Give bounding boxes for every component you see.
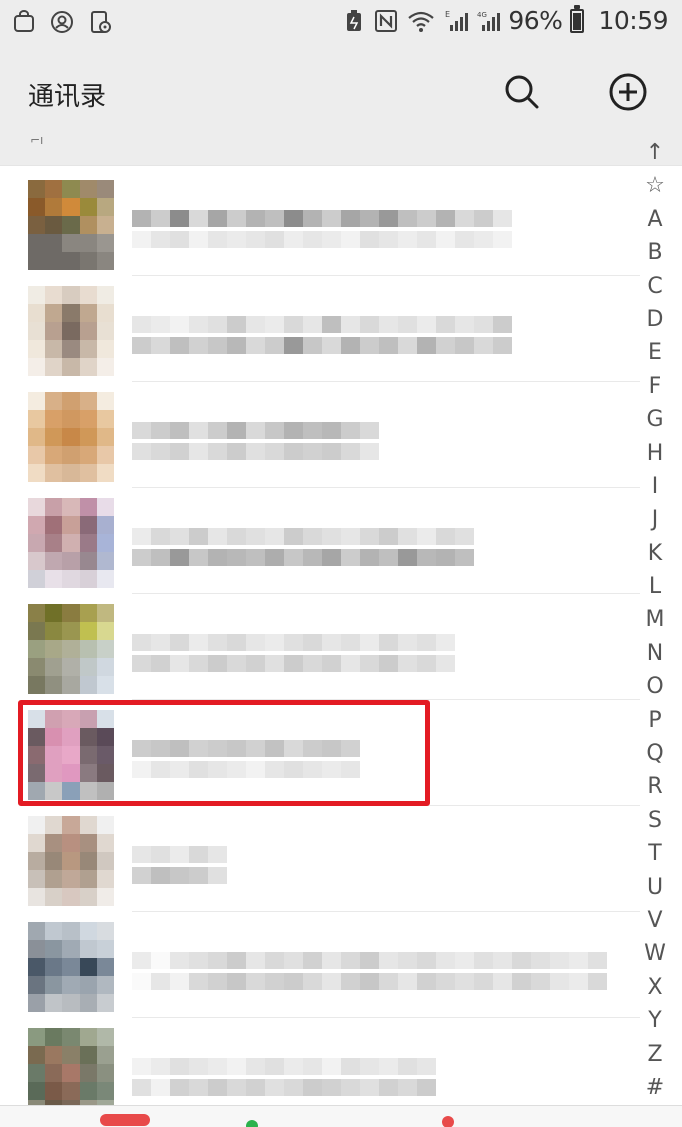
contact-name-blurred xyxy=(132,846,227,884)
tab-dot-green xyxy=(246,1120,258,1127)
index-letter[interactable]: C xyxy=(640,270,670,303)
bag-icon xyxy=(14,10,34,32)
avatar xyxy=(28,922,114,1012)
index-letter[interactable]: N xyxy=(640,637,670,670)
contact-list xyxy=(0,165,682,1105)
bottom-tab-bar[interactable] xyxy=(0,1105,682,1127)
contact-row[interactable] xyxy=(0,276,640,382)
index-letter[interactable]: D xyxy=(640,303,670,336)
signal-e-icon: E xyxy=(445,10,469,31)
contact-row[interactable] xyxy=(0,170,640,276)
index-letter[interactable]: F xyxy=(640,370,670,403)
svg-text:E: E xyxy=(445,10,450,19)
index-letter[interactable]: Q xyxy=(640,737,670,770)
index-letter[interactable]: B xyxy=(640,236,670,269)
add-button[interactable] xyxy=(606,70,650,114)
contact-name-blurred xyxy=(132,316,512,354)
index-letter[interactable]: # xyxy=(640,1071,670,1104)
index-letter[interactable]: G xyxy=(640,403,670,436)
index-letter[interactable]: P xyxy=(640,704,670,737)
contact-row[interactable] xyxy=(0,382,640,488)
index-letter[interactable]: ☆ xyxy=(640,169,670,202)
user-circle-icon xyxy=(51,11,73,33)
index-letter[interactable]: X xyxy=(640,971,670,1004)
phone-settings-icon xyxy=(91,11,111,33)
status-bar: E 4G 96% 10:59 xyxy=(0,0,682,50)
index-letter[interactable]: L xyxy=(640,570,670,603)
contact-row[interactable] xyxy=(0,594,640,700)
index-letter[interactable]: I xyxy=(640,470,670,503)
index-letter[interactable]: Y xyxy=(640,1004,670,1037)
header: 通讯录 ⌐ı xyxy=(0,50,682,147)
add-circle-icon xyxy=(609,73,647,111)
contact-name-blurred xyxy=(132,634,455,672)
contact-row[interactable] xyxy=(0,806,640,912)
index-letter[interactable]: U xyxy=(640,871,670,904)
avatar xyxy=(28,392,114,482)
highlight-box xyxy=(18,700,430,806)
nfc-icon xyxy=(375,9,398,32)
contact-name-blurred xyxy=(132,952,607,990)
index-letter[interactable]: J xyxy=(640,503,670,536)
svg-text:4G: 4G xyxy=(477,11,487,19)
battery-icon xyxy=(570,4,585,33)
index-letter[interactable]: W xyxy=(640,937,670,970)
avatar xyxy=(28,498,114,588)
index-letter[interactable]: E xyxy=(640,336,670,369)
index-letter[interactable]: T xyxy=(640,837,670,870)
contact-row[interactable] xyxy=(0,488,640,594)
index-letter[interactable]: ↑ xyxy=(640,136,670,169)
index-letter[interactable]: O xyxy=(640,670,670,703)
contact-name-blurred xyxy=(132,210,512,248)
avatar xyxy=(28,286,114,376)
clock: 10:59 xyxy=(598,6,668,35)
index-letter[interactable]: R xyxy=(640,770,670,803)
index-letter[interactable]: Z xyxy=(640,1038,670,1071)
status-left-icons xyxy=(12,10,112,34)
tab-dot-red xyxy=(442,1116,454,1127)
contact-row[interactable] xyxy=(0,912,640,1018)
avatar xyxy=(28,180,114,270)
avatar xyxy=(28,604,114,694)
search-icon xyxy=(505,75,539,109)
contact-name-blurred xyxy=(132,1058,436,1096)
status-right: E 4G 96% 10:59 xyxy=(342,4,668,35)
contact-name-blurred xyxy=(132,422,379,460)
contact-name-blurred xyxy=(132,528,474,566)
tab-badge xyxy=(100,1114,150,1126)
index-letter[interactable]: V xyxy=(640,904,670,937)
battery-saver-icon xyxy=(347,9,362,31)
signal-4g-icon: 4G xyxy=(477,11,501,31)
alphabet-index-bar[interactable]: ↑ ☆ A B C D E F G H I J K L M N O P Q R S T U V W X Y Z # xyxy=(640,136,670,1104)
page-title: 通讯录 xyxy=(28,82,107,112)
index-letter[interactable]: H xyxy=(640,437,670,470)
contact-row[interactable] xyxy=(0,1018,640,1105)
search-button[interactable] xyxy=(500,70,544,114)
index-letter[interactable]: M xyxy=(640,603,670,636)
wifi-icon xyxy=(408,11,435,32)
header-sub-mark: ⌐ı xyxy=(30,133,44,147)
battery-percent: 96% xyxy=(508,6,563,35)
avatar xyxy=(28,816,114,906)
index-letter[interactable]: S xyxy=(640,804,670,837)
avatar xyxy=(28,1028,114,1105)
index-letter[interactable]: A xyxy=(640,203,670,236)
index-letter[interactable]: K xyxy=(640,537,670,570)
